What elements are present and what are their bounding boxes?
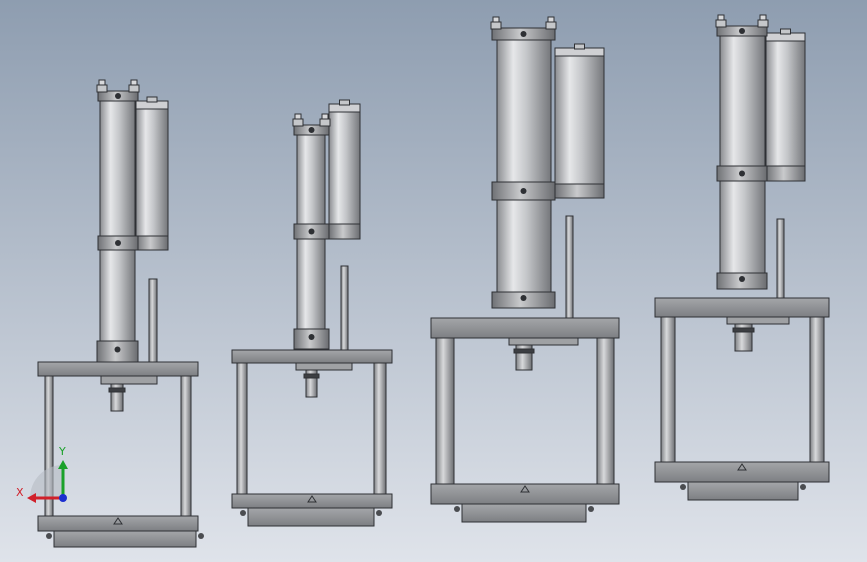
bottom-plate (430, 483, 620, 505)
base-foot (240, 510, 246, 516)
booster-tank (765, 35, 806, 167)
base-foot (198, 533, 204, 539)
base-block (53, 530, 197, 548)
triad-x-label: X (16, 486, 24, 499)
tank-clamp (135, 235, 169, 251)
stop-rod (148, 278, 158, 363)
nut (319, 118, 331, 127)
guide-column-right (809, 316, 825, 463)
tank-clamp (554, 183, 605, 199)
nut (490, 21, 502, 30)
guide-column-left (660, 316, 676, 463)
mount-hole (520, 295, 527, 301)
nut (757, 19, 769, 28)
nut (292, 118, 304, 127)
bolt-head (717, 14, 725, 21)
nut (128, 84, 140, 93)
mount-hole (739, 276, 745, 282)
base-foot (588, 506, 594, 512)
mount-hole (308, 127, 315, 133)
main-cylinder (496, 39, 552, 295)
bolt-head (98, 79, 106, 86)
nut (96, 84, 108, 93)
tank-plug (339, 99, 350, 106)
mount-hole (520, 188, 527, 194)
base-block (461, 503, 587, 523)
booster-tank (135, 102, 169, 237)
mount-hole (308, 228, 315, 235)
booster-tank (328, 107, 361, 225)
tank-plug (146, 96, 158, 103)
base-foot (376, 510, 382, 516)
bolt-head (759, 14, 767, 21)
top-plate (37, 361, 199, 377)
top-plate (231, 349, 393, 364)
base-block (247, 507, 375, 527)
guide-column-left (236, 362, 248, 495)
die-plate (726, 316, 790, 325)
bolt-head (130, 79, 138, 86)
base-block (687, 481, 799, 501)
tank-plug (780, 28, 791, 35)
stop-rod (776, 218, 785, 299)
tank-plug (574, 43, 585, 50)
base-foot (46, 533, 52, 539)
mount-hole (115, 93, 121, 99)
guide-column-right (596, 337, 615, 485)
base-foot (680, 484, 686, 490)
die-plate (508, 337, 579, 346)
booster-tank (554, 51, 605, 185)
ram-nut (108, 387, 126, 393)
cad-viewport[interactable]: X Y (0, 0, 867, 562)
stop-rod (565, 215, 574, 319)
triad-z-origin (59, 494, 67, 502)
guide-column-right (180, 375, 192, 517)
bolt-head (321, 113, 329, 120)
top-plate (430, 317, 620, 339)
mount-hole (115, 240, 121, 246)
triad-y-label: Y (58, 445, 66, 458)
base-foot (454, 506, 460, 512)
bottom-plate (654, 461, 830, 483)
main-cylinder (99, 93, 136, 363)
bolt-head (492, 16, 500, 23)
bolt-head (547, 16, 555, 23)
main-cylinder (719, 34, 766, 277)
bolt-head (294, 113, 302, 120)
stop-rod (340, 265, 349, 351)
ram-nut (303, 373, 320, 379)
mount-hole (739, 28, 745, 34)
guide-column-right (373, 362, 387, 495)
ram-nut (513, 348, 535, 354)
nut (545, 21, 557, 30)
top-plate (654, 297, 830, 318)
die-plate (295, 362, 353, 371)
die-plate (100, 375, 158, 385)
tank-clamp (765, 165, 806, 182)
mount-hole (114, 346, 121, 353)
nut (715, 19, 727, 28)
base-foot (800, 484, 806, 490)
guide-column-left (435, 337, 455, 485)
mount-hole (308, 334, 315, 340)
ram-nut (732, 327, 755, 333)
mount-hole (739, 170, 745, 177)
tank-clamp (328, 223, 361, 240)
mount-hole (520, 31, 527, 37)
